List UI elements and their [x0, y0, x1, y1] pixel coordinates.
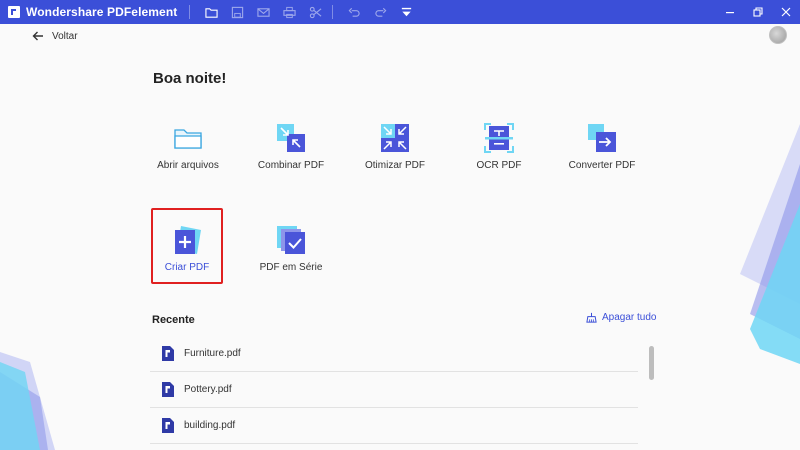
- tool-label: Abrir arquivos: [157, 160, 219, 171]
- pdf-file-icon: [162, 382, 174, 397]
- close-icon: [781, 7, 791, 17]
- pdf-file-icon: [162, 418, 174, 433]
- recent-file-name: Pottery.pdf: [184, 384, 232, 395]
- pdfelement-logo-icon: [8, 6, 20, 18]
- mail-icon: [257, 7, 270, 17]
- greeting-heading: Boa noite!: [153, 70, 227, 87]
- recent-heading: Recente: [152, 314, 195, 326]
- email-button[interactable]: [250, 0, 276, 24]
- toolbar-divider: [189, 5, 191, 19]
- close-button[interactable]: [772, 0, 800, 24]
- tool-label: Converter PDF: [568, 160, 636, 171]
- tool-batch-pdf[interactable]: PDF em Série: [246, 224, 336, 290]
- tool-create-pdf[interactable]: Criar PDF: [151, 208, 223, 284]
- tool-label: Otimizar PDF: [365, 160, 425, 171]
- convert-pdf-icon: [588, 124, 616, 152]
- tool-label: PDF em Série: [259, 262, 323, 273]
- back-label: Voltar: [52, 30, 78, 42]
- tool-convert-pdf[interactable]: Converter PDF: [557, 122, 647, 188]
- decorative-shapes-right: [740, 124, 800, 364]
- decorative-shapes-left: [0, 352, 55, 450]
- combine-pdf-icon: [277, 124, 305, 152]
- undo-icon: [348, 7, 360, 17]
- ocr-pdf-icon: [484, 123, 514, 153]
- tool-combine-pdf[interactable]: Combinar PDF: [246, 122, 336, 188]
- tool-label: Criar PDF: [164, 262, 210, 273]
- back-button[interactable]: Voltar: [32, 30, 78, 42]
- printer-icon: [283, 6, 296, 18]
- recent-file-item[interactable]: Furniture.pdf: [150, 336, 638, 372]
- toolbar-divider: [332, 5, 334, 19]
- pdf-file-icon: [162, 346, 174, 361]
- redo-button[interactable]: [367, 0, 393, 24]
- save-button[interactable]: [224, 0, 250, 24]
- recent-file-item[interactable]: Pottery.pdf: [150, 372, 638, 408]
- recent-list-scrollbar[interactable]: [649, 346, 654, 380]
- customize-toolbar-button[interactable]: [393, 0, 419, 24]
- restore-icon: [753, 7, 763, 17]
- dropdown-arrow-icon: [401, 7, 412, 16]
- clear-icon: [586, 312, 597, 323]
- tool-open-files[interactable]: Abrir arquivos: [143, 122, 233, 188]
- undo-button[interactable]: [341, 0, 367, 24]
- recent-file-name: Furniture.pdf: [184, 348, 241, 359]
- create-pdf-icon: [175, 226, 201, 254]
- cut-button[interactable]: [302, 0, 328, 24]
- user-avatar[interactable]: [769, 26, 787, 44]
- optimize-pdf-icon: [381, 124, 409, 152]
- tool-optimize-pdf[interactable]: Otimizar PDF: [350, 122, 440, 188]
- minimize-icon: [726, 12, 734, 14]
- save-icon: [231, 6, 244, 18]
- batch-pdf-icon: [277, 226, 305, 254]
- minimize-button[interactable]: [716, 0, 744, 24]
- print-button[interactable]: [276, 0, 302, 24]
- window-controls: [716, 0, 800, 24]
- open-folder-icon: [174, 129, 202, 149]
- open-folder-button[interactable]: [198, 0, 224, 24]
- folder-icon: [205, 7, 218, 18]
- tool-ocr-pdf[interactable]: OCR PDF: [454, 122, 544, 188]
- title-bar: Wondershare PDFelement: [0, 0, 800, 24]
- recent-file-item[interactable]: building.pdf: [150, 408, 638, 444]
- restore-button[interactable]: [744, 0, 772, 24]
- tool-label: Combinar PDF: [257, 160, 325, 171]
- home-screen: Voltar Boa noite! Abrir arquivos Combina…: [0, 24, 800, 450]
- scissors-icon: [309, 6, 322, 18]
- clear-all-label: Apagar tudo: [602, 312, 657, 323]
- tool-label: OCR PDF: [476, 160, 522, 171]
- app-title: Wondershare PDFelement: [26, 5, 178, 19]
- recent-file-name: building.pdf: [184, 420, 236, 431]
- arrow-left-icon: [32, 31, 43, 41]
- redo-icon: [375, 7, 387, 17]
- recent-files-list: Furniture.pdf Pottery.pdf building.pdf: [150, 336, 638, 444]
- clear-all-button[interactable]: Apagar tudo: [586, 312, 657, 323]
